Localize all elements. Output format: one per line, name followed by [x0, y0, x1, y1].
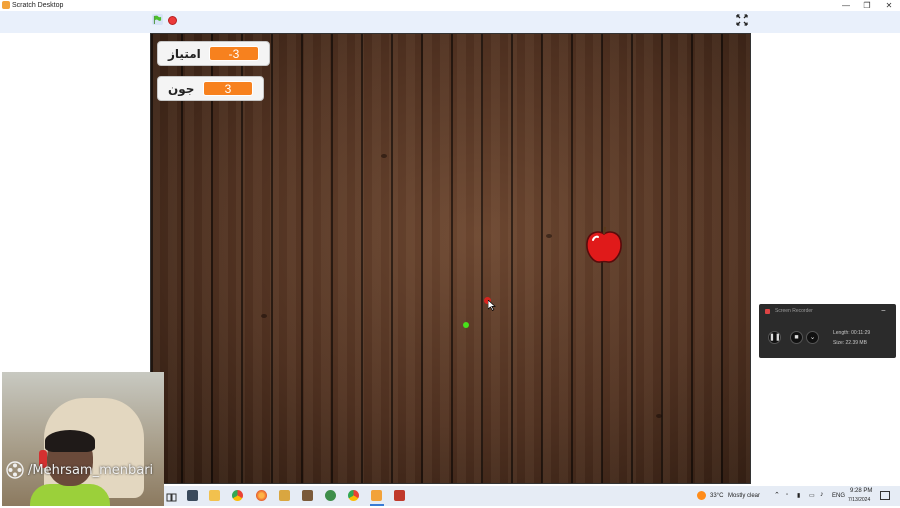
chrome-icon[interactable] [232, 490, 243, 501]
close-button[interactable]: ✕ [878, 0, 900, 11]
weather-text[interactable]: Mostly clear [728, 493, 760, 499]
recorder-more-button[interactable]: ⌄ [806, 331, 819, 344]
person-hair [45, 430, 95, 452]
microphone-icon[interactable]: ▮ [797, 492, 800, 499]
stage-toolbar [0, 11, 900, 33]
webcam-overlay [2, 372, 164, 506]
recorder-minimize-button[interactable]: − [881, 306, 886, 315]
mouse-cursor-icon [488, 300, 496, 311]
tray-icon-1[interactable]: ▫ [786, 492, 788, 498]
apple-sprite[interactable] [584, 226, 624, 266]
speaker-icon[interactable]: ♪ [820, 491, 824, 498]
clock-time[interactable]: 9:28 PM [850, 488, 872, 494]
variable-monitor-score[interactable]: -3 امتیاز [157, 41, 270, 66]
maximize-button[interactable]: ❐ [856, 0, 878, 11]
score-label: امتیاز [168, 47, 201, 61]
green-flag-icon [153, 15, 162, 24]
green-dot-sprite[interactable] [463, 322, 469, 328]
firefox-icon[interactable] [256, 490, 267, 501]
recorder-title: Screen Recorder [775, 308, 813, 314]
recorder-taskbar-icon[interactable] [394, 490, 405, 501]
task-view-icon[interactable] [166, 490, 177, 502]
chrome-profile-icon[interactable] [348, 490, 359, 501]
weather-icon[interactable] [697, 491, 706, 500]
window-titlebar: Scratch Desktop — ❐ ✕ [0, 0, 900, 11]
clock-date[interactable]: 7/13/2024 [848, 497, 870, 503]
recorder-pause-button[interactable]: ❚❚ [768, 331, 781, 344]
person-shirt [30, 484, 110, 506]
recorder-size: Size: 22.39 MB [833, 340, 867, 346]
score-value: -3 [209, 46, 259, 61]
fullscreen-icon[interactable] [736, 14, 748, 26]
scratch-stage[interactable]: -3 امتیاز 3 جون [150, 33, 751, 484]
film-reel-icon [6, 461, 24, 479]
screen-recorder-widget[interactable]: Screen Recorder − ❚❚ ■ ⌄ Length: 00:11:2… [759, 304, 896, 358]
recorder-stop-button[interactable]: ■ [790, 331, 803, 344]
wood-knot [381, 154, 387, 158]
box-app-icon[interactable] [302, 490, 313, 501]
recorder-length: Length: 00:11:29 [833, 330, 871, 336]
wood-knot [261, 314, 267, 318]
recorder-icon [765, 309, 770, 314]
scratch-taskbar-icon[interactable] [371, 490, 382, 501]
wood-knot [546, 234, 552, 238]
weather-temp[interactable]: 33°C [710, 493, 723, 499]
chevron-up-icon[interactable]: ⌃ [774, 491, 780, 499]
lives-label: جون [168, 82, 195, 96]
lives-value: 3 [203, 81, 253, 96]
wood-knot [656, 414, 662, 418]
network-icon[interactable]: ▭ [809, 492, 815, 499]
scratch-app-icon [2, 1, 10, 9]
variable-monitor-lives[interactable]: 3 جون [157, 76, 264, 101]
app-icon-yellow[interactable] [279, 490, 290, 501]
notification-icon[interactable] [880, 491, 890, 500]
windows-taskbar: 33°C Mostly clear ⌃ ▫ ▮ ▭ ♪ ENG 9:28 PM … [164, 486, 900, 506]
app-icon-green[interactable] [325, 490, 336, 501]
watermark: /Mehrsam_menbari [6, 461, 153, 479]
minimize-button[interactable]: — [835, 0, 857, 11]
stop-button[interactable] [168, 16, 177, 25]
file-explorer-icon[interactable] [209, 490, 220, 501]
language-indicator[interactable]: ENG [832, 493, 845, 499]
window-title: Scratch Desktop [12, 2, 64, 9]
green-flag-button[interactable] [152, 14, 163, 25]
watermark-text: /Mehrsam_menbari [28, 462, 154, 478]
mail-icon[interactable] [187, 490, 198, 501]
